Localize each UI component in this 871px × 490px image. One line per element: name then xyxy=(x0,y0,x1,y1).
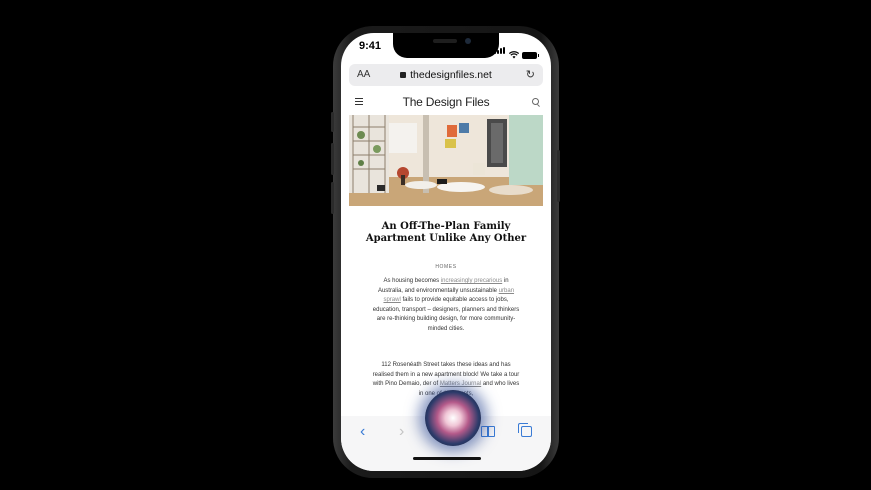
tabs-icon[interactable] xyxy=(518,423,532,437)
url-field[interactable]: thedesignfiles.net xyxy=(349,69,543,81)
side-button xyxy=(557,150,560,202)
siri-orb-icon[interactable] xyxy=(425,390,481,446)
paragraph-text: der of xyxy=(422,381,440,387)
volume-up-button xyxy=(331,143,334,175)
article-category[interactable]: HOMES xyxy=(341,264,551,270)
url-text: thedesignfiles.net xyxy=(410,69,492,81)
volume-down-button xyxy=(331,182,334,214)
wifi-icon xyxy=(509,51,519,59)
interior-photo xyxy=(349,115,543,206)
forward-button[interactable]: › xyxy=(399,423,404,441)
bookmarks-icon[interactable] xyxy=(481,426,495,437)
speaker xyxy=(433,39,457,43)
signal-icon xyxy=(494,41,506,59)
article-paragraph-1: As housing becomes increasingly precario… xyxy=(371,277,521,334)
battery-icon xyxy=(522,52,539,59)
status-icons xyxy=(494,41,539,59)
paragraph-text: and xyxy=(481,381,495,387)
phone-screen: 9:41 AA thedesignfiles.net ↻ The Design … xyxy=(341,33,551,471)
hero-image[interactable] xyxy=(349,115,543,206)
search-icon[interactable] xyxy=(532,98,539,105)
paragraph-text: As housing becomes xyxy=(383,278,441,284)
home-indicator[interactable] xyxy=(413,457,481,460)
lock-icon xyxy=(400,72,407,78)
silent-switch xyxy=(331,112,334,132)
status-time: 9:41 xyxy=(359,40,382,52)
front-camera xyxy=(465,38,471,44)
back-button[interactable]: ‹ xyxy=(360,423,365,441)
address-bar[interactable]: AA thedesignfiles.net ↻ xyxy=(349,64,543,86)
site-header: The Design Files xyxy=(341,89,551,115)
notch xyxy=(393,33,499,58)
site-logo[interactable]: The Design Files xyxy=(341,95,551,109)
article-title[interactable]: An Off-The-Plan Family Apartment Unlike … xyxy=(363,221,529,245)
link-increasingly-precarious[interactable]: increasingly precarious xyxy=(441,278,502,284)
reload-button[interactable]: ↻ xyxy=(526,68,535,81)
link-matters-journal[interactable]: Matters Journal xyxy=(440,381,481,387)
